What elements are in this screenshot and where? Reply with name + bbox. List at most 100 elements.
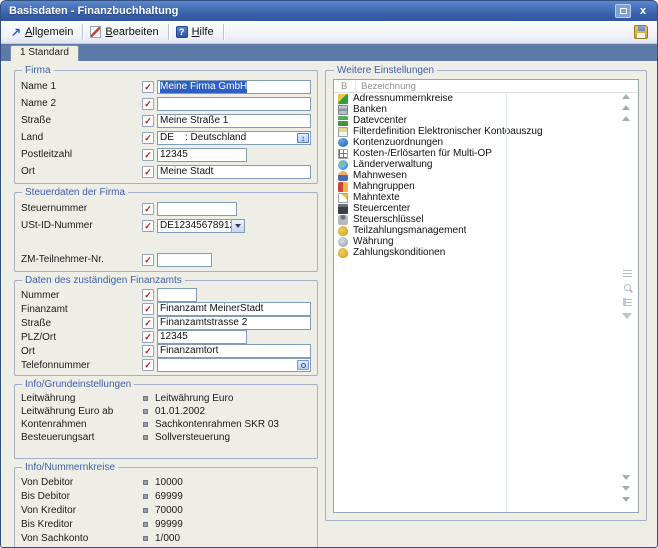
scroll-page-down-button[interactable]: [622, 486, 630, 491]
tab-strip: 1 Standard: [1, 44, 657, 61]
spin-button[interactable]: ↕: [297, 133, 309, 143]
list-item-label: Mahnwesen: [353, 170, 407, 181]
tab-standard[interactable]: 1 Standard: [10, 45, 79, 61]
scroll-to-bottom-button[interactable]: [622, 497, 630, 502]
mandatory-check-icon: ✓: [142, 98, 154, 110]
text-input[interactable]: [157, 288, 197, 302]
mandatory-check-icon: ✓: [142, 289, 154, 301]
list-item[interactable]: Kontenzuordnungen: [334, 137, 638, 148]
geldsack-icon: [338, 248, 348, 258]
scroll-up-button[interactable]: [622, 116, 630, 121]
mandatory-check-icon: ✓: [142, 254, 154, 266]
restore-icon: [620, 8, 627, 14]
field-label: Straße: [21, 318, 142, 329]
text-input[interactable]: 12345: [157, 330, 247, 344]
form-row: Straße✓Finanzamtstrasse 2: [21, 316, 311, 330]
kosten-icon: [338, 149, 348, 159]
bullet-icon: [143, 396, 148, 401]
list-item-label: Banken: [353, 104, 387, 115]
steuerschluessel-icon: [338, 215, 348, 225]
text-input[interactable]: Meine Straße 1: [157, 114, 311, 128]
list-item[interactable]: Banken: [334, 104, 638, 115]
phone-field[interactable]: [157, 358, 311, 372]
list-item[interactable]: Mahnwesen: [334, 170, 638, 181]
search-icon[interactable]: [624, 284, 631, 291]
filter-icon[interactable]: [622, 313, 632, 319]
info-row: Von Kreditor70000: [21, 503, 311, 517]
text-input[interactable]: 12345: [157, 148, 247, 162]
list-item[interactable]: Filterdefinition Elektronischer Kontoaus…: [334, 126, 638, 137]
field-value: Finanzamtort: [160, 345, 218, 357]
info-row: Leitwährung Euro ab01.01.2002: [21, 405, 311, 418]
arrow-up-right-icon: ↗: [11, 26, 21, 38]
group-weitere-einstellungen: Weitere Einstellungen B Bezeichnung Adre…: [325, 65, 647, 521]
bullet-icon: [143, 536, 148, 541]
title-bar: Basisdaten - Finanzbuchhaltung x: [1, 1, 657, 21]
info-label: Leitwährung Euro ab: [21, 406, 142, 417]
text-input[interactable]: Finanzamtort: [157, 344, 311, 358]
field-label: Finanzamt: [21, 304, 142, 315]
dropdown-field[interactable]: DE123456789123: [157, 219, 245, 233]
mandatory-check-icon: ✓: [142, 317, 154, 329]
info-label: Bis Sachkonto: [21, 547, 142, 548]
restore-button[interactable]: [615, 4, 631, 18]
list-item[interactable]: Datevcenter: [334, 115, 638, 126]
settings-list: B Bezeichnung AdressnummernkreiseBankenD…: [333, 79, 639, 513]
text-input[interactable]: [157, 97, 311, 111]
mahntexte-icon: [338, 193, 348, 203]
country-combobox[interactable]: DE : Deutschland↕: [157, 131, 311, 145]
list-item[interactable]: Währung: [334, 236, 638, 247]
list-item[interactable]: Mahngruppen: [334, 181, 638, 192]
menu-item-bearbeiten[interactable]: Bearbeiten: [86, 24, 164, 40]
dial-button[interactable]: [297, 360, 309, 370]
menu-item-hilfe[interactable]: ?Hilfe: [172, 24, 220, 40]
list-item[interactable]: Steuercenter: [334, 203, 638, 214]
scroll-to-top-button[interactable]: [622, 94, 630, 99]
list-item[interactable]: Mahntexte: [334, 192, 638, 203]
help-icon: ?: [176, 26, 188, 38]
list-item[interactable]: Teilzahlungsmanagement: [334, 225, 638, 236]
group-firma-legend: Firma: [22, 65, 54, 76]
text-input[interactable]: Finanzamtstrasse 2: [157, 316, 311, 330]
list-item[interactable]: Steuerschlüssel: [334, 214, 638, 225]
list-item[interactable]: Kosten-/Erlösarten für Multi-OP: [334, 148, 638, 159]
column-header-b[interactable]: B: [334, 80, 356, 92]
bullet-icon: [143, 494, 148, 499]
menu-bar: ↗Allgemein Bearbeiten ?Hilfe: [1, 21, 657, 44]
mandatory-check-icon: ✓: [142, 149, 154, 161]
form-row: Ort✓Finanzamtort: [21, 344, 311, 358]
text-input[interactable]: Meine Stadt: [157, 165, 311, 179]
scroll-page-up-button[interactable]: [622, 105, 630, 110]
info-label: Von Debitor: [21, 477, 142, 488]
menu-item-allgemein[interactable]: ↗Allgemein: [7, 24, 79, 40]
list-item[interactable]: Zahlungskonditionen: [334, 247, 638, 258]
text-input[interactable]: Finanzamt MeinerStadt: [157, 302, 311, 316]
list-item-label: Mahntexte: [353, 192, 400, 203]
save-button[interactable]: [631, 23, 651, 42]
sort-icon[interactable]: [623, 298, 632, 306]
column-header-bezeichnung[interactable]: Bezeichnung: [356, 80, 506, 93]
adressnummernkreise-icon: [338, 94, 348, 104]
dropdown-button[interactable]: [231, 220, 244, 232]
list-item-label: Kosten-/Erlösarten für Multi-OP: [353, 148, 492, 159]
list-item[interactable]: Länderverwaltung: [334, 159, 638, 170]
field-value: Meine Straße 1: [160, 115, 228, 127]
content-area: Firma Name 1✓Meine Firma GmbHName 2✓Stra…: [1, 61, 657, 547]
close-button[interactable]: x: [635, 4, 651, 18]
text-input[interactable]: [157, 253, 212, 267]
form-row: PLZ/Ort✓12345: [21, 330, 311, 344]
list-item[interactable]: Adressnummernkreise: [334, 93, 638, 104]
form-row: Nummer✓: [21, 288, 311, 302]
bullet-icon: [143, 422, 148, 427]
info-label: Leitwährung: [21, 393, 142, 404]
info-value: 70000: [155, 505, 183, 516]
info-row: Von Debitor10000: [21, 475, 311, 489]
bullet-icon: [143, 435, 148, 440]
grip-icon[interactable]: [623, 270, 632, 277]
scroll-bottom-controls: [622, 475, 630, 502]
text-input[interactable]: Meine Firma GmbH: [157, 80, 311, 94]
group-finanzamt-legend: Daten des zuständigen Finanzamts: [22, 275, 185, 286]
left-column: Firma Name 1✓Meine Firma GmbHName 2✓Stra…: [14, 65, 318, 521]
text-input[interactable]: [157, 202, 237, 216]
scroll-down-button[interactable]: [622, 475, 630, 480]
